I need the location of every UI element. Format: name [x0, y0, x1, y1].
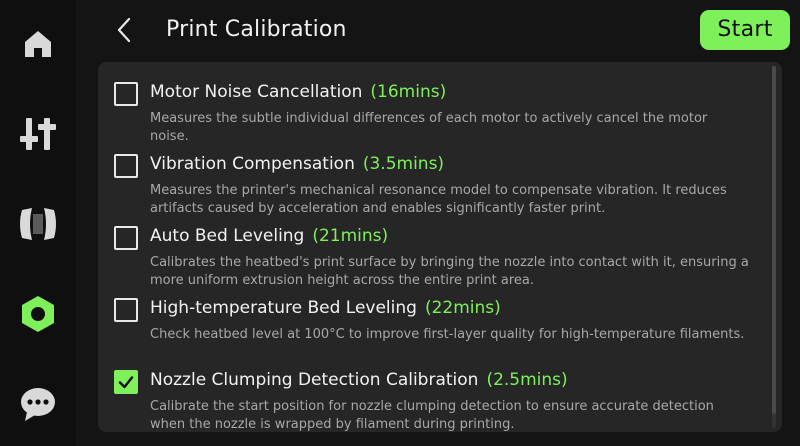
- chat-icon: [21, 388, 55, 421]
- nav-filament[interactable]: [0, 194, 76, 254]
- calibration-item-motor-noise[interactable]: Motor Noise Cancellation (16mins) Measure…: [98, 66, 770, 144]
- calibration-description: Check heatbed level at 100°C to improve …: [150, 327, 745, 342]
- page-title: Print Calibration: [166, 17, 347, 42]
- sidebar: [0, 0, 76, 446]
- checkbox-checked[interactable]: [114, 370, 138, 394]
- nav-settings[interactable]: [0, 284, 76, 344]
- calibration-title: Motor Noise Cancellation: [150, 82, 363, 102]
- calibration-duration: (3.5mins): [362, 154, 445, 174]
- scrollbar[interactable]: [772, 66, 776, 428]
- calibration-title: High-temperature Bed Leveling: [150, 298, 417, 318]
- checkbox[interactable]: [114, 226, 138, 250]
- calibration-title: Nozzle Clumping Detection Calibration: [150, 370, 479, 390]
- chevron-left-icon: [117, 17, 131, 43]
- calibration-duration: (21mins): [312, 226, 389, 246]
- back-button[interactable]: [108, 12, 140, 48]
- scrollbar-thumb[interactable]: [772, 66, 776, 414]
- calibration-item-high-temp-bed-leveling[interactable]: High-temperature Bed Leveling (22mins) Ch…: [98, 282, 770, 354]
- calibration-duration: (2.5mins): [486, 370, 568, 390]
- nav-chat[interactable]: [0, 374, 76, 434]
- checkbox[interactable]: [114, 298, 138, 322]
- checkbox[interactable]: [114, 154, 138, 178]
- home-icon: [25, 31, 51, 57]
- checkbox[interactable]: [114, 82, 138, 106]
- calibration-item-nozzle-clumping[interactable]: Nozzle Clumping Detection Calibration (2.…: [98, 354, 770, 432]
- controls-icon: [20, 118, 56, 150]
- calibration-title: Vibration Compensation: [150, 154, 355, 174]
- calibration-duration: (16mins): [370, 82, 447, 102]
- checkmark-icon: [118, 376, 134, 389]
- nav-controls[interactable]: [0, 104, 76, 164]
- start-button[interactable]: Start: [700, 10, 790, 50]
- settings-icon: [22, 296, 54, 332]
- nav-home[interactable]: [0, 14, 76, 74]
- calibration-duration: (22mins): [424, 298, 501, 318]
- filament-icon: [20, 208, 56, 240]
- calibration-item-vibration[interactable]: Vibration Compensation (3.5mins) Measures…: [98, 138, 770, 216]
- calibration-list: Motor Noise Cancellation (16mins) Measure…: [98, 62, 782, 432]
- calibration-description: Calibrate the start position for nozzle …: [150, 399, 714, 432]
- calibration-item-auto-bed-leveling[interactable]: Auto Bed Leveling (21mins) Calibrates the…: [98, 210, 770, 288]
- calibration-title: Auto Bed Leveling: [150, 226, 305, 246]
